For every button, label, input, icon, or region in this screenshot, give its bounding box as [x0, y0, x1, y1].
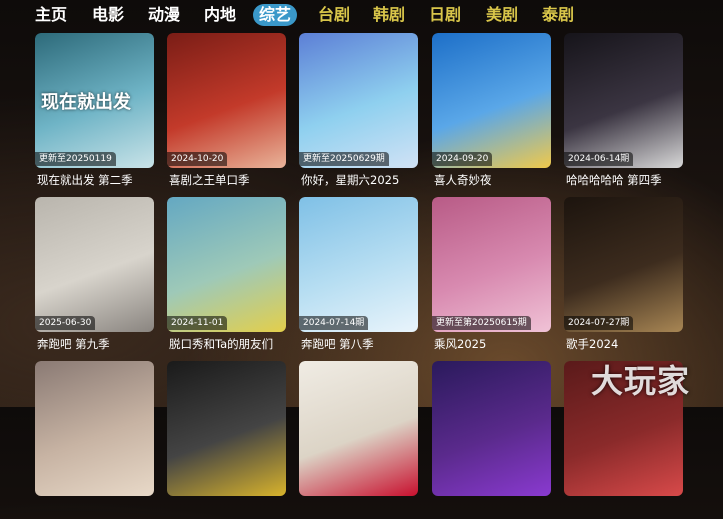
show-card[interactable] [299, 361, 418, 519]
show-card[interactable] [432, 361, 551, 519]
update-badge: 2024-09-20 [432, 152, 493, 166]
show-title: 喜剧之王单口季 [169, 173, 250, 187]
watermark-logo: 大玩家 [591, 362, 691, 400]
show-card[interactable]: 2024-10-20 喜剧之王单口季 [167, 33, 286, 191]
nav-tab-7[interactable]: 日剧 [429, 4, 461, 26]
show-card[interactable] [35, 361, 154, 519]
show-poster: 2024-11-01 [167, 197, 286, 332]
show-card[interactable]: 更新至20250629期 你好，星期六2025 [299, 33, 418, 191]
show-poster: 2025-06-30 [35, 197, 154, 332]
show-poster: 2024-10-20 [167, 33, 286, 168]
update-badge: 更新至20250119 [35, 152, 116, 166]
show-card[interactable]: 2024-09-20 喜人奇妙夜 [432, 33, 551, 191]
show-poster: 现在就出发更新至20250119 [35, 33, 154, 168]
show-card[interactable]: 2024-07-27期 歌手2024 [564, 197, 683, 355]
show-card[interactable]: 2024-07-14期 奔跑吧 第八季 [299, 197, 418, 355]
show-poster: 2024-06-14期 [564, 33, 683, 168]
show-poster: 更新至第20250615期 [432, 197, 551, 332]
update-badge: 更新至20250629期 [299, 152, 389, 166]
show-card[interactable]: 2024-06-14期哈哈哈哈哈 第四季 [564, 33, 683, 191]
show-poster: 2024-07-27期 [564, 197, 683, 332]
show-poster [167, 361, 286, 496]
nav-tab-0[interactable]: 主页 [35, 4, 67, 26]
show-card[interactable]: 现在就出发更新至20250119 现在就出发 第二季 [35, 33, 154, 191]
top-category-nav: 主页 电影 动漫 内地 综艺 台剧 韩剧 日剧 美剧 泰剧 [0, 0, 723, 30]
nav-tab-3[interactable]: 内地 [204, 4, 236, 26]
show-card[interactable]: 更新至第20250615期 乘风2025 [432, 197, 551, 355]
show-poster [432, 361, 551, 496]
update-badge: 2024-11-01 [167, 316, 228, 330]
nav-tab-9[interactable]: 泰剧 [542, 4, 574, 26]
nav-tab-4[interactable]: 综艺 [253, 4, 298, 26]
update-badge: 2024-07-14期 [299, 316, 369, 330]
update-badge: 2024-06-14期 [564, 152, 634, 166]
update-badge: 2024-07-27期 [564, 316, 634, 330]
show-poster: 2024-07-14期 [299, 197, 418, 332]
nav-tab-2[interactable]: 动漫 [148, 4, 180, 26]
show-card[interactable] [167, 361, 286, 519]
show-poster [35, 361, 154, 496]
show-title: 乘风2025 [434, 337, 487, 351]
nav-tab-5[interactable]: 台剧 [318, 4, 350, 26]
show-title: 喜人奇妙夜 [434, 173, 492, 187]
update-badge: 2025-06-30 [35, 316, 96, 330]
show-poster: 2024-09-20 [432, 33, 551, 168]
show-title: 歌手2024 [566, 337, 619, 351]
nav-tab-1[interactable]: 电影 [92, 4, 124, 26]
nav-tab-6[interactable]: 韩剧 [373, 4, 405, 26]
nav-tab-8[interactable]: 美剧 [486, 4, 518, 26]
update-badge: 2024-10-20 [167, 152, 228, 166]
show-poster: 更新至20250629期 [299, 33, 418, 168]
show-title: 哈哈哈哈哈 第四季 [566, 173, 662, 187]
show-poster [299, 361, 418, 496]
show-title: 现在就出发 第二季 [37, 173, 133, 187]
show-title: 你好，星期六2025 [301, 173, 400, 187]
show-title: 奔跑吧 第八季 [301, 337, 374, 351]
show-card[interactable]: 2024-11-01 脱口秀和Ta的朋友们 [167, 197, 286, 355]
poster-title-art: 现在就出发 [41, 92, 131, 113]
update-badge: 更新至第20250615期 [432, 316, 531, 330]
show-card[interactable]: 2025-06-30 奔跑吧 第九季 [35, 197, 154, 355]
show-title: 脱口秀和Ta的朋友们 [169, 337, 274, 351]
show-title: 奔跑吧 第九季 [37, 337, 110, 351]
